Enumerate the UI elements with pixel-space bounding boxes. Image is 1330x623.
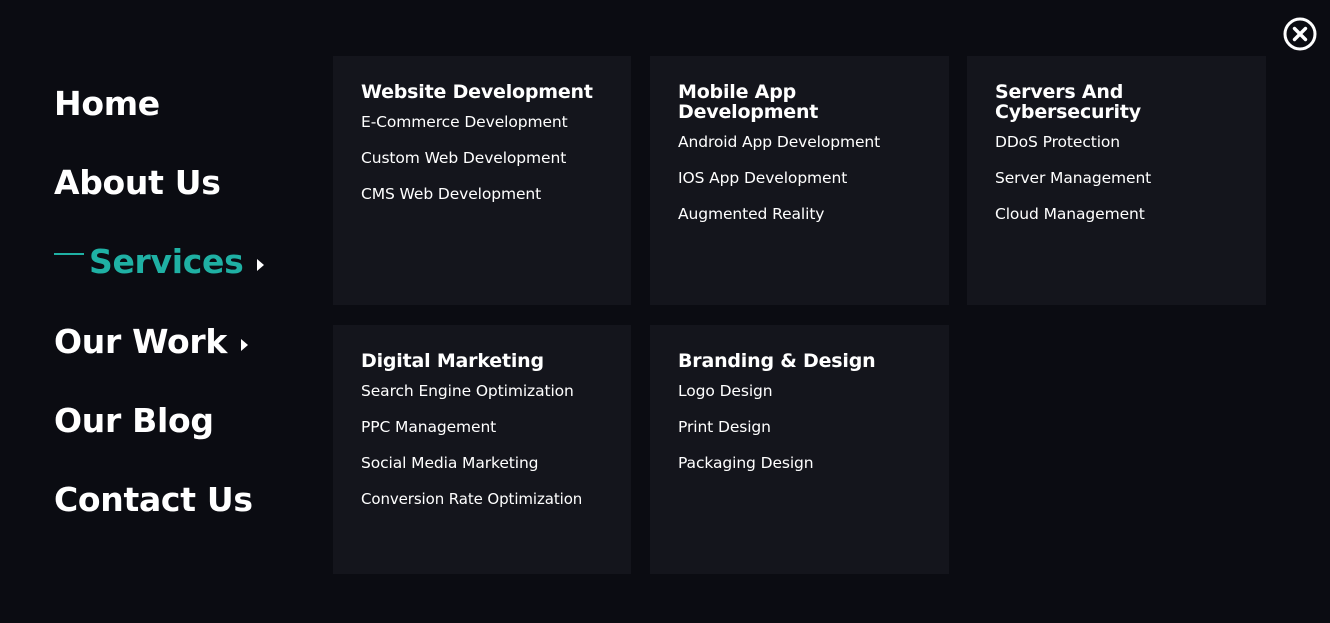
service-panel-mobile-app-development: Mobile App Development Android App Devel… (650, 56, 949, 305)
service-link[interactable]: Custom Web Development (361, 148, 603, 168)
nav-label-our-work: Our Work (54, 321, 228, 361)
service-link[interactable]: DDoS Protection (995, 132, 1238, 152)
nav-item-contact-us[interactable]: Contact Us (54, 474, 253, 524)
service-link[interactable]: Print Design (678, 417, 921, 437)
nav-label-about-us: About Us (54, 162, 221, 202)
panel-title: Digital Marketing (361, 350, 544, 372)
service-link[interactable]: IOS App Development (678, 168, 921, 188)
panel-title: Branding & Design (678, 350, 876, 372)
panel-title: Servers And Cybersecurity (995, 81, 1141, 123)
service-link[interactable]: Conversion Rate Optimization (361, 489, 603, 509)
service-link[interactable]: Packaging Design (678, 453, 921, 473)
service-panel-branding-and-design: Branding & Design Logo Design Print Desi… (650, 325, 949, 574)
service-link[interactable]: Search Engine Optimization (361, 381, 603, 401)
panel-title: Website Development (361, 81, 593, 103)
nav-item-home[interactable]: Home (54, 78, 160, 128)
service-link[interactable]: PPC Management (361, 417, 603, 437)
nav-item-our-blog[interactable]: Our Blog (54, 395, 214, 445)
nav-item-services[interactable]: Services (54, 236, 265, 286)
nav-label-home: Home (54, 83, 160, 123)
service-link[interactable]: CMS Web Development (361, 184, 603, 204)
nav-item-our-work[interactable]: Our Work (54, 316, 249, 366)
service-link[interactable]: Logo Design (678, 381, 921, 401)
service-link[interactable]: Server Management (995, 168, 1238, 188)
close-button[interactable] (1283, 17, 1317, 51)
service-link[interactable]: E-Commerce Development (361, 112, 603, 132)
caret-right-icon (241, 339, 249, 351)
service-link[interactable]: Social Media Marketing (361, 453, 603, 473)
nav-label-our-blog: Our Blog (54, 400, 214, 440)
active-indicator-dash (54, 253, 84, 255)
service-panel-website-development: Website Development E-Commerce Developme… (333, 56, 631, 305)
close-circle-icon (1283, 17, 1317, 51)
service-panel-digital-marketing: Digital Marketing Search Engine Optimiza… (333, 325, 631, 574)
service-panel-servers-and-cybersecurity: Servers And Cybersecurity DDoS Protectio… (967, 56, 1266, 305)
service-link[interactable]: Android App Development (678, 132, 921, 152)
caret-right-icon (257, 259, 265, 271)
panel-title: Mobile App Development (678, 81, 819, 123)
service-link[interactable]: Augmented Reality (678, 204, 921, 224)
nav-label-services: Services (89, 241, 244, 281)
service-link[interactable]: Cloud Management (995, 204, 1238, 224)
nav-item-about-us[interactable]: About Us (54, 157, 221, 207)
nav-label-contact-us: Contact Us (54, 479, 253, 519)
